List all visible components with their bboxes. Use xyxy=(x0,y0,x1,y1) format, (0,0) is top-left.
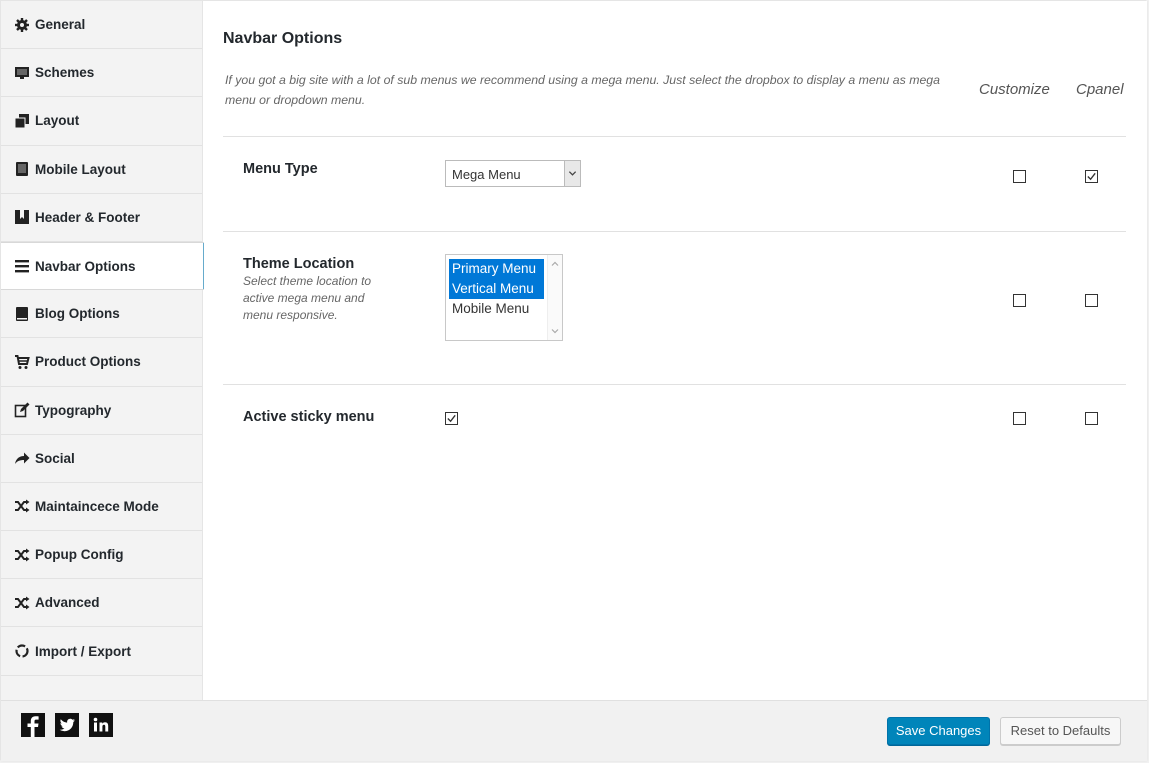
sticky-menu-checkbox[interactable] xyxy=(445,412,458,425)
section-description: If you got a big site with a lot of sub … xyxy=(225,73,940,107)
column-header-customize: Customize xyxy=(979,81,1050,98)
sidebar-item-label: Blog Options xyxy=(35,306,120,322)
share-icon xyxy=(14,450,30,466)
column-header-cpanel: Cpanel xyxy=(1076,81,1124,98)
theme-location-description: Select theme location to active mega men… xyxy=(243,274,372,322)
theme-location-cpanel-checkbox[interactable] xyxy=(1085,294,1098,307)
sidebar-item-import-export[interactable]: Import / Export xyxy=(1,627,202,676)
sticky-menu-customize-checkbox[interactable] xyxy=(1013,412,1026,425)
page-title: Navbar Options xyxy=(223,30,343,47)
bookmark-icon xyxy=(14,209,30,225)
menu-type-value: Mega Menu xyxy=(452,167,521,182)
checkmark-icon xyxy=(1087,172,1096,181)
linkedin-icon[interactable] xyxy=(89,713,113,737)
sidebar-item-product-options[interactable]: Product Options xyxy=(1,338,202,387)
main-content: Navbar Options If you got a big site wit… xyxy=(204,1,1147,700)
chevron-down-icon[interactable] xyxy=(551,327,559,335)
sidebar-item-label: Typography xyxy=(35,402,112,418)
sidebar-item-popup-config[interactable]: Popup Config xyxy=(1,531,202,580)
monitor-icon xyxy=(14,65,30,81)
menu-type-cpanel-checkbox[interactable] xyxy=(1085,170,1098,183)
twitter-icon[interactable] xyxy=(55,713,79,737)
sidebar-item-header-footer[interactable]: Header & Footer xyxy=(1,194,202,242)
sidebar-item-label: Social xyxy=(35,450,75,466)
sidebar-item-label: Popup Config xyxy=(35,547,124,563)
sidebar-item-label: General xyxy=(35,17,86,33)
sticky-menu-cpanel-checkbox[interactable] xyxy=(1085,412,1098,425)
sidebar-item-mobile-layout[interactable]: Mobile Layout xyxy=(1,146,202,194)
sidebar-item-social[interactable]: Social xyxy=(1,435,202,483)
listbox-option-primary-menu[interactable]: Primary Menu xyxy=(449,259,544,279)
cart-icon xyxy=(14,354,30,370)
sidebar-item-label: Product Options xyxy=(35,354,141,370)
copy-icon xyxy=(14,113,30,129)
sidebar-item-schemes[interactable]: Schemes xyxy=(1,49,202,98)
menu-type-customize-checkbox[interactable] xyxy=(1013,170,1026,183)
sidebar-item-label: Maintaincece Mode xyxy=(35,498,159,514)
facebook-icon[interactable] xyxy=(21,713,45,737)
theme-location-listbox[interactable]: Primary Menu Vertical Menu Mobile Menu xyxy=(445,254,563,341)
sidebar: General Schemes Layout Mobile Layout Hea… xyxy=(1,1,204,700)
sidebar-item-layout[interactable]: Layout xyxy=(1,97,202,146)
reset-defaults-button[interactable]: Reset to Defaults xyxy=(1000,717,1121,745)
shuffle-icon xyxy=(14,498,30,514)
listbox-option-mobile-menu[interactable]: Mobile Menu xyxy=(449,299,544,319)
book-icon xyxy=(14,306,30,322)
listbox-option-vertical-menu[interactable]: Vertical Menu xyxy=(449,279,544,299)
divider xyxy=(223,231,1126,232)
checkmark-icon xyxy=(447,414,456,423)
footer-bar: Save Changes Reset to Defaults xyxy=(1,700,1147,761)
refresh-icon xyxy=(14,643,30,659)
sidebar-item-maintenance-mode[interactable]: Maintaincece Mode xyxy=(1,483,202,532)
theme-location-customize-checkbox[interactable] xyxy=(1013,294,1026,307)
sidebar-item-label: Advanced xyxy=(35,595,100,611)
divider xyxy=(223,384,1126,385)
sticky-menu-label: Active sticky menu xyxy=(243,409,375,425)
menu-icon xyxy=(14,258,30,274)
menu-type-select[interactable]: Mega Menu xyxy=(445,160,581,187)
shuffle-icon xyxy=(14,547,30,563)
divider xyxy=(223,136,1126,137)
listbox-scrollbar[interactable] xyxy=(547,255,562,340)
sidebar-item-general[interactable]: General xyxy=(1,1,202,50)
sidebar-item-label: Navbar Options xyxy=(35,258,136,274)
sidebar-item-navbar-options[interactable]: Navbar Options xyxy=(1,241,204,291)
sidebar-item-label: Header & Footer xyxy=(35,209,141,225)
sidebar-item-typography[interactable]: Typography xyxy=(1,387,202,435)
chevron-up-icon[interactable] xyxy=(551,260,559,268)
edit-icon xyxy=(14,402,30,418)
sidebar-item-blog-options[interactable]: Blog Options xyxy=(1,290,202,339)
sidebar-item-label: Schemes xyxy=(35,65,95,81)
options-panel: General Schemes Layout Mobile Layout Hea… xyxy=(0,0,1147,761)
chevron-down-icon xyxy=(564,161,580,186)
sidebar-item-label: Layout xyxy=(35,113,80,129)
theme-location-label: Theme Location xyxy=(243,256,355,272)
tablet-icon xyxy=(14,161,30,177)
gear-icon xyxy=(14,17,30,33)
sidebar-item-advanced[interactable]: Advanced xyxy=(1,579,202,628)
menu-type-label: Menu Type xyxy=(243,161,318,177)
sidebar-item-label: Mobile Layout xyxy=(35,161,126,177)
sidebar-item-label: Import / Export xyxy=(35,643,132,659)
save-changes-button[interactable]: Save Changes xyxy=(887,717,990,745)
shuffle-icon xyxy=(14,595,30,611)
